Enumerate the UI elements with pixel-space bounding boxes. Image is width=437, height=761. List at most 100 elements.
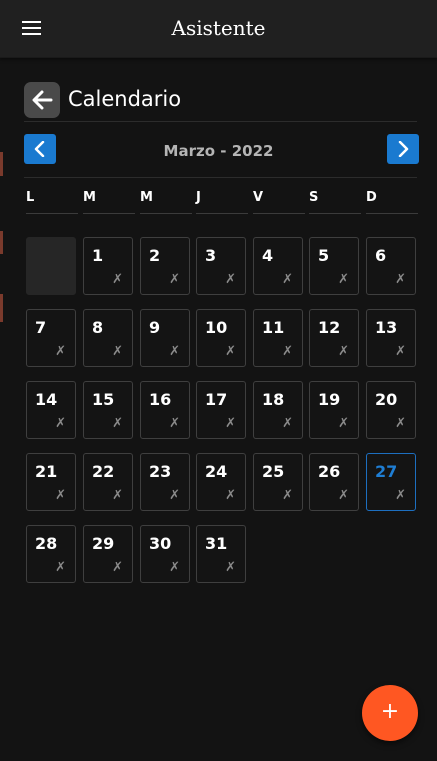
back-button[interactable] xyxy=(24,82,60,118)
day-cell[interactable]: 3 ✗ xyxy=(196,237,246,295)
day-number: 28 xyxy=(35,534,58,553)
day-cell[interactable]: 24 ✗ xyxy=(196,453,246,511)
day-cell[interactable]: 28 ✗ xyxy=(26,525,76,583)
day-cell[interactable]: 11 ✗ xyxy=(253,309,303,367)
day-number: 25 xyxy=(262,462,285,481)
day-number: 24 xyxy=(205,462,228,481)
cross-mark-icon: ✗ xyxy=(395,416,406,431)
day-number: 26 xyxy=(318,462,341,481)
cross-mark-icon: ✗ xyxy=(225,416,236,431)
weekday-label: J xyxy=(196,190,248,214)
day-cell[interactable]: 14 ✗ xyxy=(26,381,76,439)
day-number: 3 xyxy=(205,246,217,265)
day-cell[interactable]: 22 ✗ xyxy=(83,453,133,511)
day-number: 31 xyxy=(205,534,228,553)
cross-mark-icon: ✗ xyxy=(112,488,123,503)
day-cell[interactable]: 23 ✗ xyxy=(140,453,190,511)
day-cell[interactable]: 20 ✗ xyxy=(366,381,416,439)
cross-mark-icon: ✗ xyxy=(112,560,123,575)
cross-mark-icon: ✗ xyxy=(55,344,66,359)
day-cell[interactable]: 1 ✗ xyxy=(83,237,133,295)
weekday-label: M xyxy=(140,190,192,214)
cross-mark-icon: ✗ xyxy=(169,416,180,431)
day-cell[interactable]: 10 ✗ xyxy=(196,309,246,367)
day-cell-today[interactable]: 27 ✗ xyxy=(366,453,416,511)
arrow-left-icon xyxy=(32,90,53,110)
cross-mark-icon: ✗ xyxy=(55,488,66,503)
divider xyxy=(24,177,417,178)
weekday-label: V xyxy=(253,190,305,214)
next-month-button[interactable] xyxy=(387,134,419,164)
day-number: 16 xyxy=(149,390,172,409)
day-number: 9 xyxy=(149,318,161,337)
cross-mark-icon: ✗ xyxy=(169,488,180,503)
edge-accent-strip xyxy=(0,294,3,322)
day-cell[interactable]: 9 ✗ xyxy=(140,309,190,367)
day-number: 23 xyxy=(149,462,172,481)
cross-mark-icon: ✗ xyxy=(225,560,236,575)
cross-mark-icon: ✗ xyxy=(112,416,123,431)
day-cell[interactable]: 30 ✗ xyxy=(140,525,190,583)
day-number: 20 xyxy=(375,390,398,409)
cross-mark-icon: ✗ xyxy=(225,344,236,359)
day-cell[interactable]: 26 ✗ xyxy=(309,453,359,511)
app-bar: Asistente xyxy=(0,0,437,58)
day-number: 7 xyxy=(35,318,47,337)
day-cell[interactable]: 5 ✗ xyxy=(309,237,359,295)
day-cell[interactable]: 29 ✗ xyxy=(83,525,133,583)
day-number: 13 xyxy=(375,318,398,337)
day-number: 14 xyxy=(35,390,58,409)
day-number: 19 xyxy=(318,390,341,409)
day-number: 2 xyxy=(149,246,161,265)
day-cell[interactable]: 17 ✗ xyxy=(196,381,246,439)
page-title: Calendario xyxy=(68,87,182,111)
day-number: 21 xyxy=(35,462,58,481)
day-cell[interactable]: 25 ✗ xyxy=(253,453,303,511)
weekday-label: D xyxy=(366,190,418,214)
day-cell[interactable]: 19 ✗ xyxy=(309,381,359,439)
day-cell[interactable]: 4 ✗ xyxy=(253,237,303,295)
cross-mark-icon: ✗ xyxy=(225,272,236,287)
day-number: 1 xyxy=(92,246,104,265)
weekday-label: L xyxy=(26,190,78,214)
day-cell[interactable]: 12 ✗ xyxy=(309,309,359,367)
add-button[interactable]: + xyxy=(362,685,418,741)
cross-mark-icon: ✗ xyxy=(338,416,349,431)
day-cell[interactable]: 31 ✗ xyxy=(196,525,246,583)
day-number: 15 xyxy=(92,390,115,409)
cross-mark-icon: ✗ xyxy=(225,488,236,503)
day-cell[interactable]: 7 ✗ xyxy=(26,309,76,367)
day-cell[interactable]: 2 ✗ xyxy=(140,237,190,295)
cross-mark-icon: ✗ xyxy=(112,272,123,287)
month-label: Marzo - 2022 xyxy=(163,142,274,160)
cross-mark-icon: ✗ xyxy=(338,488,349,503)
day-cell[interactable]: 16 ✗ xyxy=(140,381,190,439)
cross-mark-icon: ✗ xyxy=(169,560,180,575)
cross-mark-icon: ✗ xyxy=(395,344,406,359)
day-number: 6 xyxy=(375,246,387,265)
day-number: 11 xyxy=(262,318,285,337)
cross-mark-icon: ✗ xyxy=(55,560,66,575)
cross-mark-icon: ✗ xyxy=(338,344,349,359)
day-number: 18 xyxy=(262,390,285,409)
day-number: 22 xyxy=(92,462,115,481)
day-cell[interactable]: 13 ✗ xyxy=(366,309,416,367)
day-number: 17 xyxy=(205,390,228,409)
day-cell[interactable]: 18 ✗ xyxy=(253,381,303,439)
cross-mark-icon: ✗ xyxy=(55,416,66,431)
cross-mark-icon: ✗ xyxy=(282,272,293,287)
day-cell[interactable]: 21 ✗ xyxy=(26,453,76,511)
day-cell[interactable]: 8 ✗ xyxy=(83,309,133,367)
cross-mark-icon: ✗ xyxy=(282,344,293,359)
day-cell[interactable]: 15 ✗ xyxy=(83,381,133,439)
cross-mark-icon: ✗ xyxy=(282,416,293,431)
day-cell-empty xyxy=(26,237,76,295)
day-cell[interactable]: 6 ✗ xyxy=(366,237,416,295)
weekday-label: M xyxy=(83,190,135,214)
chevron-right-icon xyxy=(398,141,409,157)
day-number: 10 xyxy=(205,318,228,337)
weekday-label: S xyxy=(309,190,361,214)
day-number: 27 xyxy=(375,462,398,481)
day-number: 12 xyxy=(318,318,341,337)
cross-mark-icon: ✗ xyxy=(112,344,123,359)
